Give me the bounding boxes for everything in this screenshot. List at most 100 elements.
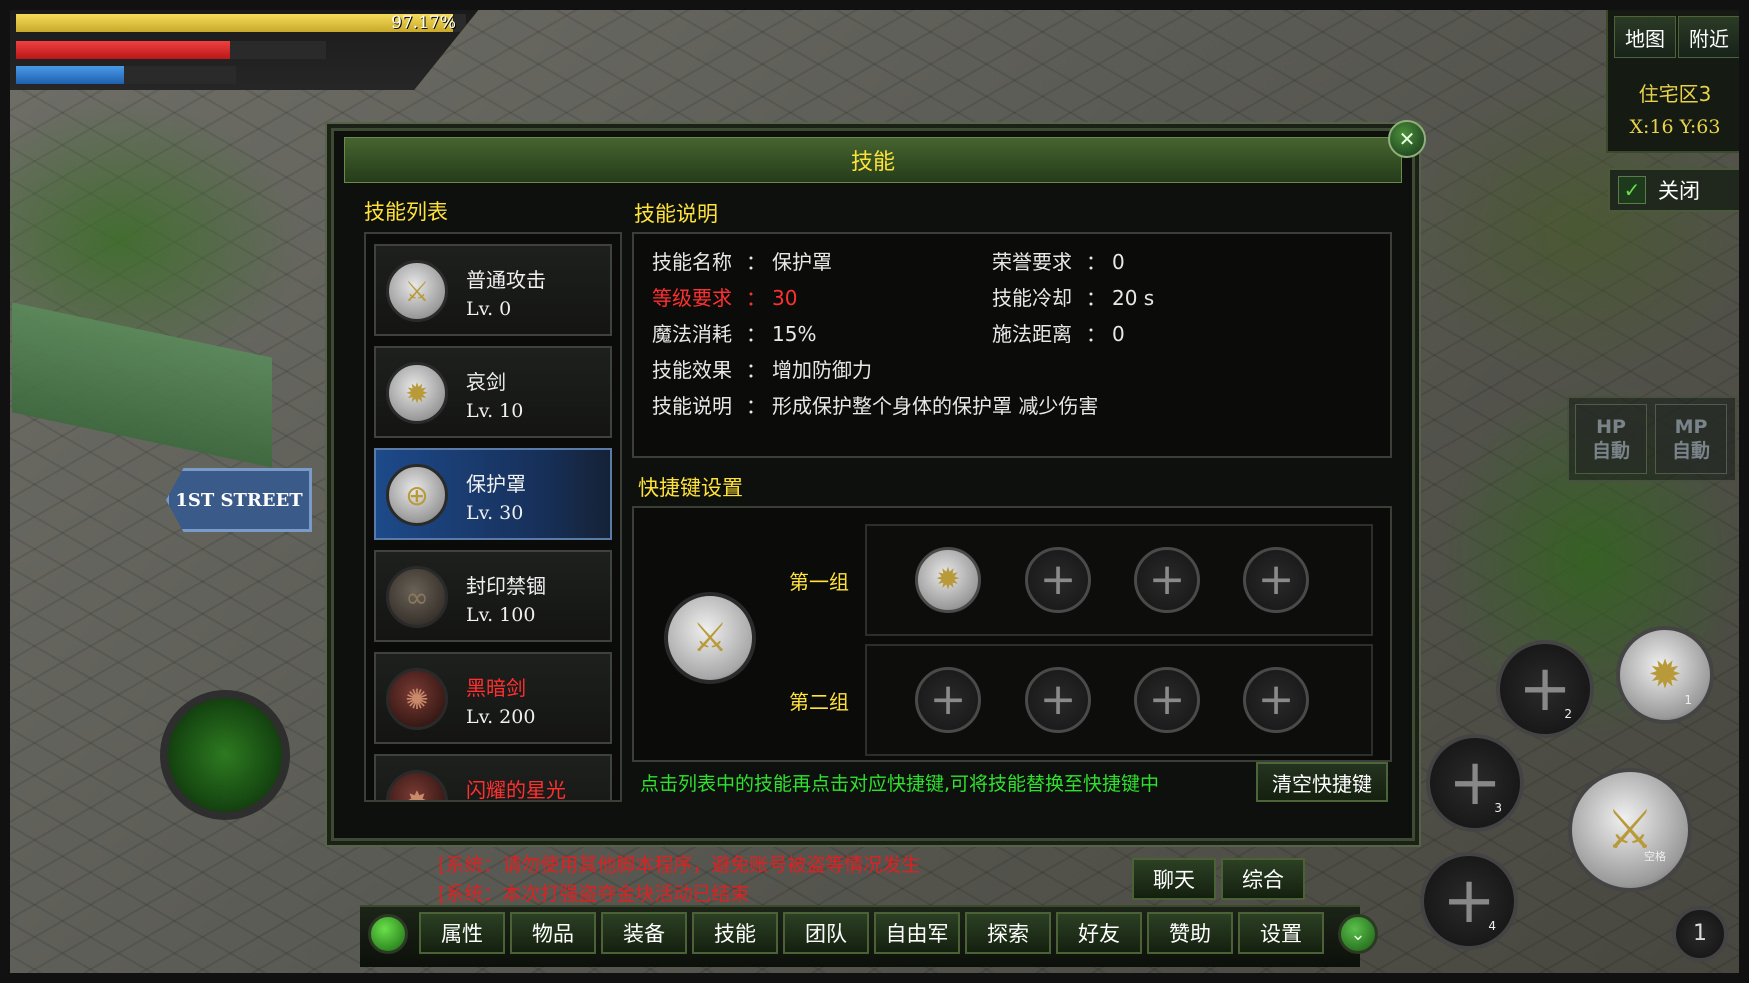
hp-bar (16, 41, 326, 59)
skill-item-normal-attack[interactable]: ⚔ 普通攻击 Lv. 0 (374, 244, 612, 336)
hotkey-slot[interactable]: + (1134, 547, 1200, 613)
detail-range-row: 施法距离 ： 0 (992, 318, 1125, 347)
detail-key: 技能冷却 (992, 286, 1072, 310)
skill-item-dark-sword[interactable]: ✺ 黑暗剑 Lv. 200 (374, 652, 612, 744)
detail-value: 30 (772, 286, 798, 310)
globe-shield-icon: ⊕ (386, 464, 448, 526)
green-orb-icon[interactable] (368, 914, 408, 954)
menu-equipment[interactable]: 装备 (601, 912, 687, 954)
detail-mana-row: 魔法消耗 ： 15% (652, 318, 816, 347)
plus-icon: + (1148, 674, 1186, 725)
spiked-shield-icon: ✹ (386, 362, 448, 424)
exp-bar: 97.17% (16, 14, 466, 32)
hotkey-slot[interactable]: + (1243, 547, 1309, 613)
close-window-button[interactable]: ✕ (1388, 120, 1426, 158)
close-icon: ✕ (1398, 127, 1416, 151)
action-slot-3[interactable]: +3 (1426, 734, 1524, 832)
skill-item-protect-shield[interactable]: ⊕ 保护罩 Lv. 30 (374, 448, 612, 540)
hotkey-slot[interactable]: + (1025, 547, 1091, 613)
detail-sep: ： (746, 322, 766, 346)
hotkey-slot[interactable]: + (1243, 667, 1309, 733)
area-name: 住宅区3 (1638, 82, 1712, 106)
skill-level: Lv. 30 (466, 502, 524, 524)
menu-team[interactable]: 团队 (783, 912, 869, 954)
exp-percent: 97.17% (391, 13, 456, 33)
main-attack-button[interactable]: ⚔ 空格 (1568, 768, 1692, 892)
general-tab[interactable]: 综合 (1221, 858, 1305, 900)
action-slot-4[interactable]: +4 (1420, 852, 1518, 950)
skill-name: 哀剑 (466, 370, 506, 394)
detail-name-row: 技能名称 ：保护罩 (652, 246, 832, 275)
street-sign: 1ST STREET (166, 468, 312, 532)
switch-label: 1 (1693, 921, 1707, 946)
hotkey-slot[interactable]: + (1025, 667, 1091, 733)
action-slot-2[interactable]: +2 (1496, 640, 1594, 738)
menu-skills[interactable]: 技能 (692, 912, 778, 954)
skill-level: Lv. 200 (466, 706, 536, 728)
menu-sponsor[interactable]: 赞助 (1147, 912, 1233, 954)
plus-icon: + (1257, 674, 1295, 725)
collapse-menu-button[interactable]: ⌄ (1338, 914, 1378, 954)
checkmark-icon: ✓ (1618, 176, 1646, 204)
nearby-button[interactable]: 附近 (1678, 16, 1740, 58)
minimap-panel: 地图 附近 住宅区3 X:16 Y:63 (1606, 8, 1744, 153)
plus-icon: + (1039, 674, 1077, 725)
hotkey-settings-label: 快捷键设置 (638, 476, 743, 500)
selected-skill-preview[interactable]: ⚔ (664, 592, 756, 684)
slot-number: 2 (1564, 707, 1572, 721)
detail-key: 技能效果 (652, 358, 732, 382)
movement-joystick[interactable] (160, 690, 290, 820)
detail-value: 形成保护整个身体的保护罩 减少伤害 (772, 394, 1099, 418)
plus-icon: + (1148, 554, 1186, 605)
close-toggle[interactable]: ✓ 关闭 (1608, 168, 1742, 212)
clear-hotkeys-button[interactable]: 清空快捷键 (1256, 762, 1388, 802)
system-message: [系统：请勿使用其他脚本程序，避免账号被盗等情况发生 (438, 854, 921, 876)
mp-auto-button[interactable]: MP 自動 (1655, 404, 1727, 474)
detail-key: 荣誉要求 (992, 250, 1072, 274)
detail-key: 魔法消耗 (652, 322, 732, 346)
action-slot-1[interactable]: ✹ 1 (1616, 626, 1714, 724)
skill-name: 普通攻击 (466, 268, 546, 292)
menu-attributes[interactable]: 属性 (419, 912, 505, 954)
detail-effect-row: 技能效果 ：增加防御力 (652, 354, 872, 383)
mp-bar (16, 66, 236, 84)
skill-item-seal[interactable]: ∞ 封印禁锢 Lv. 100 (374, 550, 612, 642)
skill-desc-label: 技能说明 (634, 202, 718, 226)
detail-value: 增加防御力 (772, 358, 872, 382)
hotkey-slot[interactable]: + (1134, 667, 1200, 733)
plus-icon: + (929, 674, 967, 725)
chat-tab[interactable]: 聊天 (1132, 858, 1216, 900)
hp-auto-top: HP (1596, 416, 1626, 438)
detail-key: 技能名称 (652, 250, 732, 274)
menu-free-army[interactable]: 自由军 (874, 912, 960, 954)
menu-friends[interactable]: 好友 (1056, 912, 1142, 954)
skill-list[interactable]: ⚔ 普通攻击 Lv. 0 ✹ 哀剑 Lv. 10 ⊕ 保护罩 Lv. 30 ∞ … (364, 232, 622, 802)
hotkey-slot[interactable]: ✹ (915, 547, 981, 613)
detail-value: 20 s (1112, 286, 1155, 310)
menu-settings[interactable]: 设置 (1238, 912, 1324, 954)
close-toggle-label: 关闭 (1658, 179, 1700, 203)
coordinates: X:16 Y:63 (1629, 116, 1721, 138)
hotkey-slot[interactable]: + (915, 667, 981, 733)
skill-name: 封印禁锢 (466, 574, 546, 598)
detail-sep: ： (746, 394, 766, 418)
detail-desc-row: 技能说明 ：形成保护整个身体的保护罩 减少伤害 (652, 390, 1098, 419)
group1-label: 第一组 (789, 570, 849, 594)
plus-icon: + (1039, 554, 1077, 605)
sword-icon: ⚔ (1605, 798, 1655, 861)
skill-item-shining-star[interactable]: ✸ 闪耀的星光 (374, 754, 612, 800)
status-bars: 97.17% (10, 8, 480, 90)
detail-sep: ： (1086, 322, 1106, 346)
skill-item-ai-sword[interactable]: ✹ 哀剑 Lv. 10 (374, 346, 612, 438)
sword-icon: ⚔ (692, 615, 728, 661)
system-message: [系统：本次打强盗夺金块活动已结束 (438, 883, 750, 905)
map-button[interactable]: 地图 (1614, 16, 1676, 58)
mp-auto-top: MP (1674, 416, 1708, 438)
menu-explore[interactable]: 探索 (965, 912, 1051, 954)
detail-key: 等级要求 (652, 286, 732, 310)
menu-items[interactable]: 物品 (510, 912, 596, 954)
detail-sep: ： (1086, 286, 1106, 310)
skill-detail-panel: 技能名称：保护罩 荣誉要求： 0 等级要求： 30 技能冷却： 20 s 魔法消耗： 1… (632, 232, 1392, 458)
hp-auto-button[interactable]: HP 自動 (1575, 404, 1647, 474)
switch-slots-button[interactable]: 1 (1672, 906, 1728, 962)
